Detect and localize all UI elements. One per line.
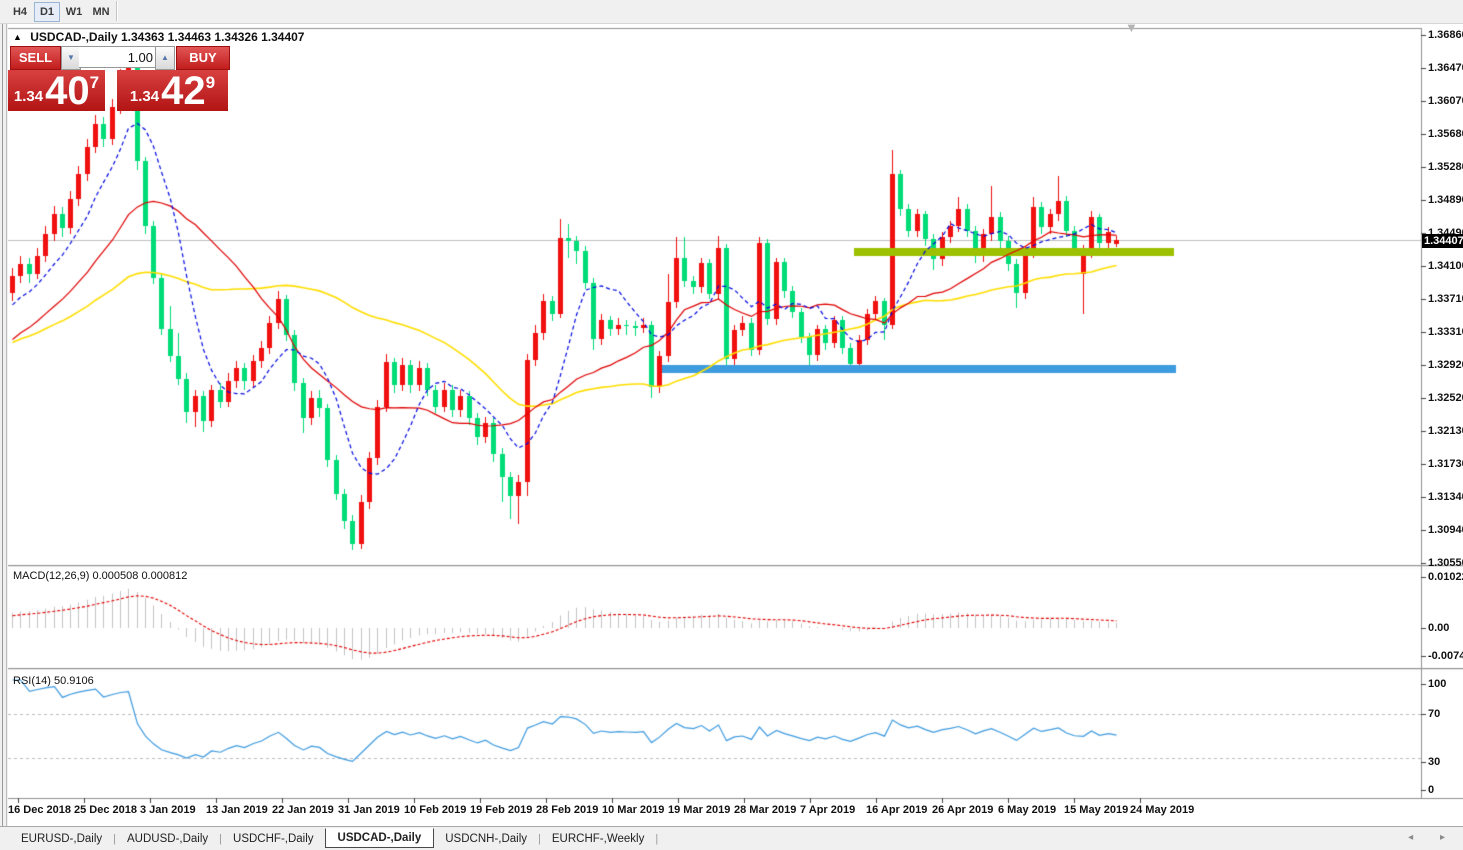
macd-label: MACD(12,26,9) 0.000508 0.000812: [13, 570, 187, 582]
sell-button[interactable]: SELL: [10, 46, 61, 70]
date-axis-tick: 26 Apr 2019: [932, 804, 993, 816]
date-axis-tick: 28 Feb 2019: [536, 804, 598, 816]
buy-quote-panel[interactable]: 1.34 42 9: [117, 70, 228, 111]
volume-increase-button[interactable]: ▲: [155, 46, 175, 70]
tab-separator: |: [655, 833, 658, 845]
tab-scroll-right-icon[interactable]: ▸: [1440, 832, 1457, 843]
date-axis-tick: 3 Jan 2019: [140, 804, 196, 816]
spinner-up-icon: ▲: [161, 53, 169, 62]
rsi-axis-tick: 30: [1428, 756, 1440, 768]
tab-usdchf[interactable]: USDCHF-,Daily: [222, 830, 325, 848]
timeframe-button-w1[interactable]: W1: [61, 2, 87, 22]
macd-value-main: 0.000508: [92, 570, 138, 582]
price-axis-tick: 1.35280: [1428, 161, 1463, 173]
rsi-value: 50.9106: [54, 675, 94, 687]
chart-canvas[interactable]: [0, 0, 1463, 850]
date-axis-tick: 10 Mar 2019: [602, 804, 664, 816]
trading-app-window: H4D1W1MN ▲ USDCAD-,Daily 1.34363 1.34463…: [0, 0, 1463, 850]
price-axis-tick: 1.33310: [1428, 326, 1463, 338]
tab-eurusd[interactable]: EURUSD-,Daily: [10, 830, 113, 848]
tab-scroll-buttons: ◂ ▸: [1408, 832, 1457, 843]
price-axis-tick: 1.35680: [1428, 128, 1463, 140]
date-axis-tick: 15 May 2019: [1064, 804, 1128, 816]
price-axis-tick: 1.31340: [1428, 491, 1463, 503]
tab-audusd[interactable]: AUDUSD-,Daily: [116, 830, 219, 848]
chart-tab-bar: EURUSD-,Daily|AUDUSD-,Daily|USDCHF-,Dail…: [0, 826, 1463, 850]
price-axis-tick: 1.34100: [1428, 260, 1463, 272]
rsi-axis-tick: 70: [1428, 708, 1440, 720]
timeframe-button-d1[interactable]: D1: [34, 2, 60, 22]
buy-button[interactable]: BUY: [176, 46, 230, 70]
timeframe-button-h4[interactable]: H4: [7, 2, 33, 22]
price-axis-tick: 1.36070: [1428, 95, 1463, 107]
price-axis-tick: 1.36860: [1428, 29, 1463, 41]
rsi-axis-tick: 100: [1428, 678, 1446, 690]
collapse-trade-panel-icon[interactable]: ▲: [13, 32, 22, 42]
date-axis-tick: 6 May 2019: [998, 804, 1056, 816]
volume-decrease-button[interactable]: ▼: [61, 46, 81, 70]
sell-quote-panel[interactable]: 1.34 40 7: [8, 70, 105, 111]
sell-price-big: 40: [45, 72, 90, 110]
chart-title: ▲ USDCAD-,Daily 1.34363 1.34463 1.34326 …: [13, 30, 304, 44]
macd-value-signal: 0.000812: [141, 570, 187, 582]
date-axis-tick: 31 Jan 2019: [338, 804, 400, 816]
volume-input[interactable]: [79, 46, 158, 68]
date-axis-tick: 22 Jan 2019: [272, 804, 334, 816]
toolbar-separator: [116, 1, 118, 21]
price-axis-tick: 1.32130: [1428, 425, 1463, 437]
tab-scroll-left-icon[interactable]: ◂: [1408, 832, 1425, 843]
date-axis-tick: 19 Feb 2019: [470, 804, 532, 816]
buy-price-big: 42: [161, 72, 206, 110]
price-axis-tick: 1.33710: [1428, 293, 1463, 305]
price-axis-tick: 1.31730: [1428, 458, 1463, 470]
date-axis-tick: 13 Jan 2019: [206, 804, 268, 816]
timeframe-button-mn[interactable]: MN: [88, 2, 114, 22]
buy-price-pip: 9: [206, 73, 215, 93]
chart-title-symbol: USDCAD-,Daily: [30, 30, 117, 44]
price-axis-tick: 1.30550: [1428, 557, 1463, 569]
price-axis-tick: 1.32920: [1428, 359, 1463, 371]
date-axis-tick: 16 Apr 2019: [866, 804, 927, 816]
date-axis-tick: 24 May 2019: [1130, 804, 1194, 816]
price-axis-tick: 1.32520: [1428, 392, 1463, 404]
window-left-frame: [0, 24, 8, 826]
date-axis-tick: 28 Mar 2019: [734, 804, 796, 816]
tab-usdcad[interactable]: USDCAD-,Daily: [325, 828, 435, 848]
price-axis-tick: 1.36470: [1428, 62, 1463, 74]
date-axis-tick: 10 Feb 2019: [404, 804, 466, 816]
timeframe-toolbar: H4D1W1MN: [0, 0, 1463, 24]
macd-axis-tick: -0.007477: [1428, 650, 1463, 662]
current-price-tag: 1.34407: [1422, 234, 1463, 248]
sell-price-pip: 7: [90, 73, 99, 93]
chart-title-ohlc: 1.34363 1.34463 1.34326 1.34407: [121, 30, 305, 44]
macd-axis-tick: 0.00: [1428, 622, 1449, 634]
tab-eurchf[interactable]: EURCHF-,Weekly: [541, 830, 655, 848]
date-axis-tick: 7 Apr 2019: [800, 804, 855, 816]
spinner-down-icon: ▼: [67, 53, 75, 62]
price-axis-tick: 1.34890: [1428, 194, 1463, 206]
rsi-label: RSI(14) 50.9106: [13, 675, 94, 687]
rsi-axis-tick: 0: [1428, 784, 1434, 796]
buy-price-prefix: 1.34: [130, 88, 159, 105]
tab-usdcnh[interactable]: USDCNH-,Daily: [434, 830, 538, 848]
date-axis-tick: 19 Mar 2019: [668, 804, 730, 816]
sell-price-prefix: 1.34: [14, 88, 43, 105]
macd-axis-tick: 0.010229: [1428, 571, 1463, 583]
autoscroll-marker-icon: ▼: [1125, 20, 1138, 35]
price-axis-tick: 1.30940: [1428, 524, 1463, 536]
date-axis-tick: 16 Dec 2018: [8, 804, 71, 816]
date-axis-tick: 25 Dec 2018: [74, 804, 137, 816]
